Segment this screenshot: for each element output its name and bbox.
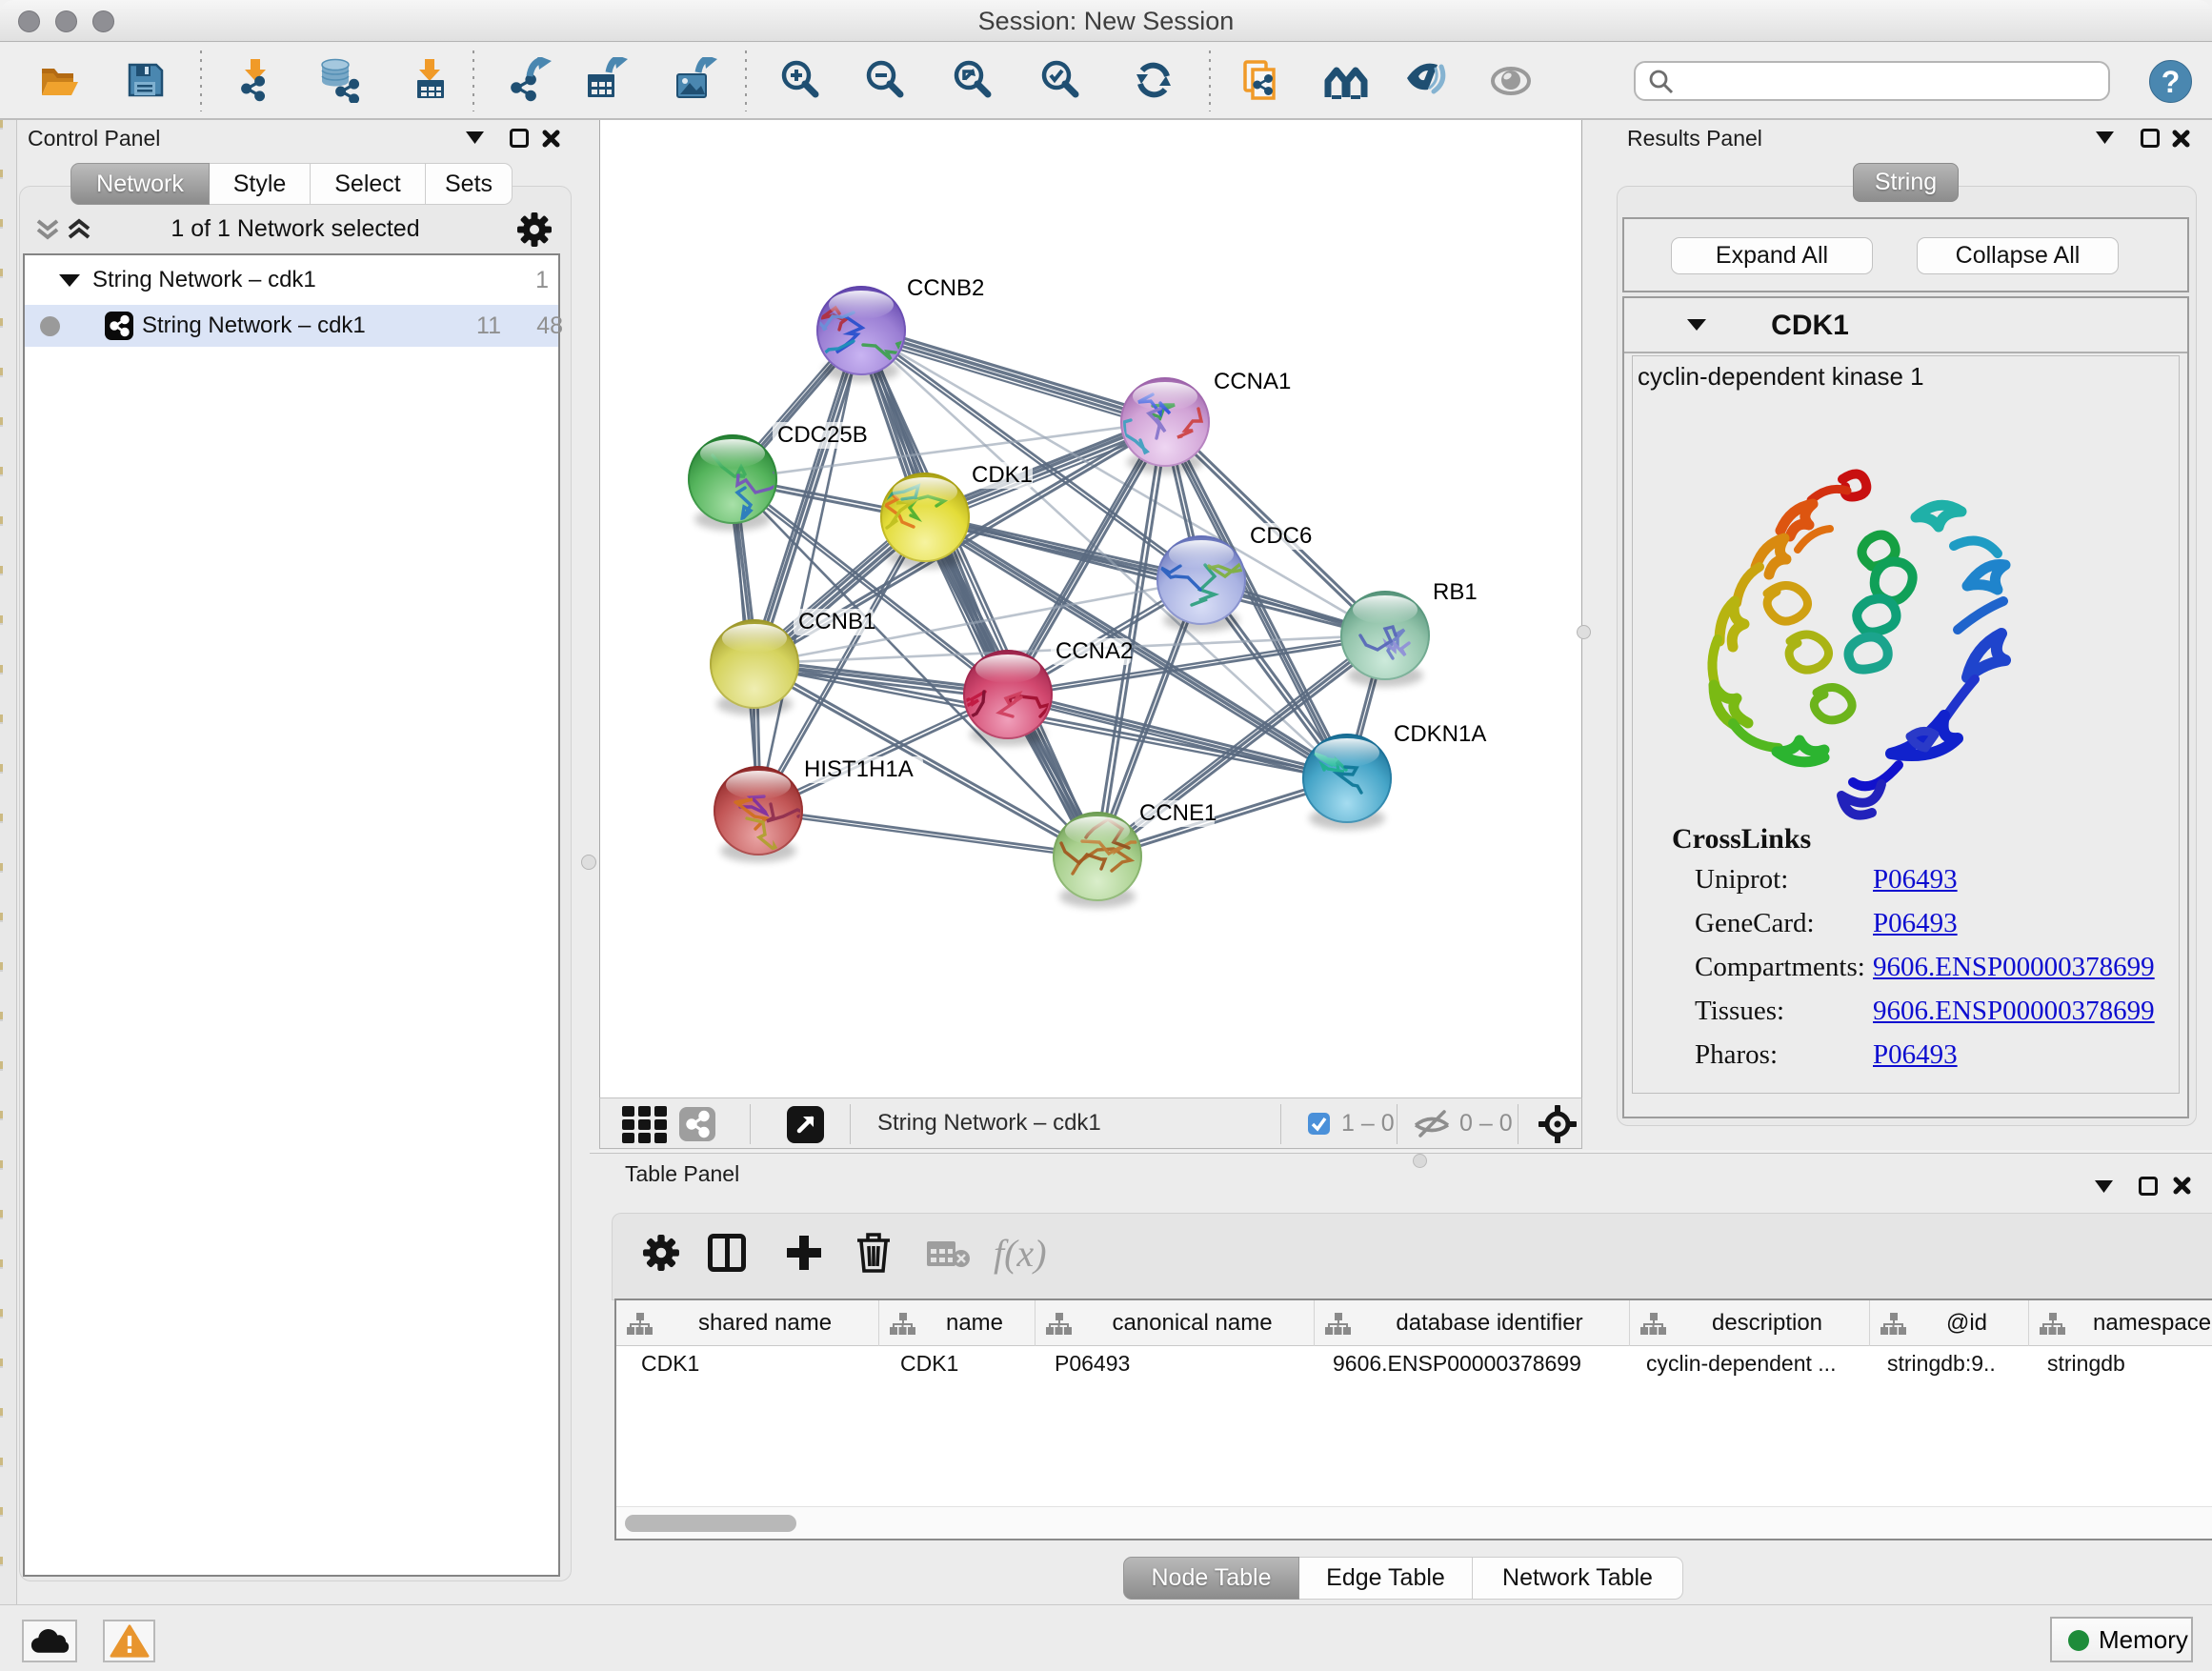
svg-text:CCNE1: CCNE1 [1139,800,1217,826]
svg-text:CDC25B: CDC25B [777,422,868,448]
svg-text:HIST1H1A: HIST1H1A [804,756,914,782]
svg-text:CCNA2: CCNA2 [1056,638,1133,664]
svg-text:CDC6: CDC6 [1250,523,1312,549]
svg-text:RB1: RB1 [1433,579,1478,605]
svg-text:CCNA1: CCNA1 [1214,369,1291,394]
svg-text:CCNB1: CCNB1 [798,609,875,634]
svg-text:CDK1: CDK1 [972,462,1033,488]
svg-text:CCNB2: CCNB2 [907,275,984,301]
svg-text:CDKN1A: CDKN1A [1394,721,1486,747]
